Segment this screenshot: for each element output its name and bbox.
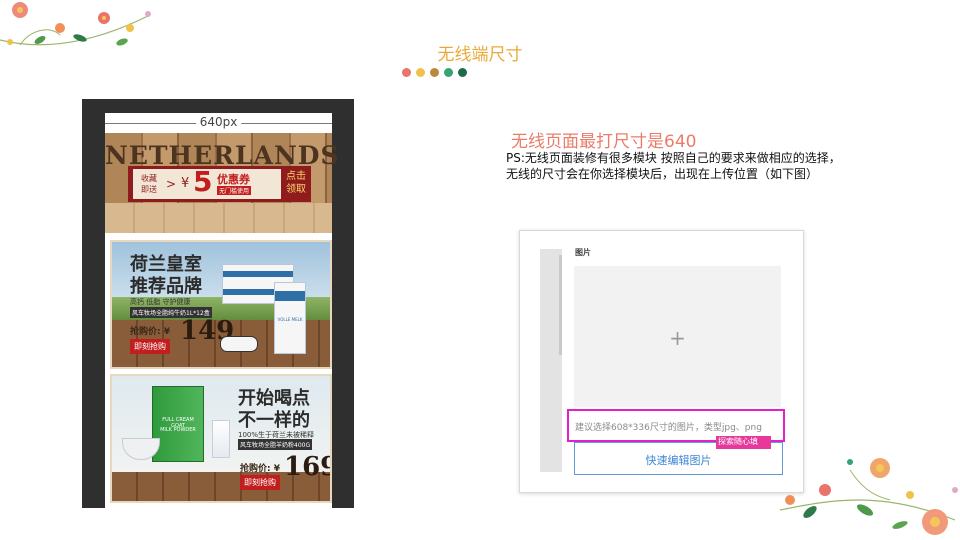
cow-figure	[220, 336, 258, 352]
goat-milk-box: FULL CREAM GOAT MILK POWDER	[152, 386, 204, 462]
card2-price: 169	[284, 452, 330, 482]
milk-glass	[212, 420, 230, 458]
upload-label: 图片	[575, 248, 591, 257]
coupon-arrow: >	[166, 177, 177, 191]
dot-3	[430, 68, 439, 77]
coupon-claim-button[interactable]: 点击 领取	[283, 170, 309, 196]
floral-decoration-bottom-right-icon	[779, 458, 958, 535]
quick-edit-label: 快速编辑图片	[645, 454, 712, 467]
dot-5	[458, 68, 467, 77]
coupon-banner[interactable]: 收藏 即送 > ¥ 5 优惠券 无门槛使用 点击 领取	[128, 165, 311, 202]
add-image-icon[interactable]: +	[574, 326, 781, 350]
dot-4	[444, 68, 453, 77]
width-ruler: 640px	[105, 115, 332, 131]
title-dots	[402, 68, 467, 77]
size-hint-text: 建议选择608*336尺寸的图片，类型jpg、png	[575, 423, 762, 433]
info-body: PS:无线页面装修有很多模块 按照自己的要求来做相应的选择，无线的尺寸会在你选择…	[506, 151, 841, 181]
coupon-name: 优惠券	[217, 173, 250, 186]
width-label: 640px	[195, 115, 242, 129]
card2-box-label2: MILK POWDER	[160, 427, 196, 433]
card1-sub1: 高钙 低脂 守护健康	[130, 298, 191, 306]
panel-scrollbar-thumb[interactable]	[559, 255, 562, 355]
card2-heading: 开始喝点 不一样的	[238, 388, 310, 431]
card2-buy-button[interactable]: 即刻抢购	[240, 475, 280, 490]
banner-floor	[105, 203, 332, 233]
card2-sub2: 风车牧场全脂羊奶粉400G	[238, 439, 313, 450]
card1-price-label: 抢购价: ¥	[130, 327, 170, 337]
dot-2	[416, 68, 425, 77]
coupon-collect-text: 收藏 即送	[141, 174, 157, 194]
card1-box-label: VOLLE MELK	[277, 317, 303, 322]
coupon-amount: 5	[193, 165, 213, 198]
hint-tag-text: 探索随心填	[718, 437, 758, 446]
coupon-condition: 无门槛使用	[217, 186, 252, 195]
dot-1	[402, 68, 411, 77]
milk-carton: VOLLE MELK	[274, 282, 306, 354]
page-title: 无线端尺寸	[437, 45, 523, 65]
product-card-goat-milk[interactable]: FULL CREAM GOAT MILK POWDER 开始喝点 不一样的 10…	[110, 374, 332, 503]
product-card-milk[interactable]: 荷兰皇室 推荐品牌 高钙 低脂 守护健康 风车牧场全脂纯牛奶1L*12盒 抢购价…	[110, 240, 332, 369]
card2-price-label: 抢购价: ¥	[240, 464, 280, 474]
hint-tag: 探索随心填	[716, 436, 771, 449]
info-title: 无线页面最打尺寸是640	[511, 132, 697, 152]
coupon-inner: 收藏 即送 > ¥ 5 优惠券 无门槛使用	[133, 165, 281, 199]
coupon-currency: ¥	[181, 176, 190, 191]
card1-heading: 荷兰皇室 推荐品牌	[130, 254, 202, 297]
card1-buy-button[interactable]: 即刻抢购	[130, 339, 170, 354]
